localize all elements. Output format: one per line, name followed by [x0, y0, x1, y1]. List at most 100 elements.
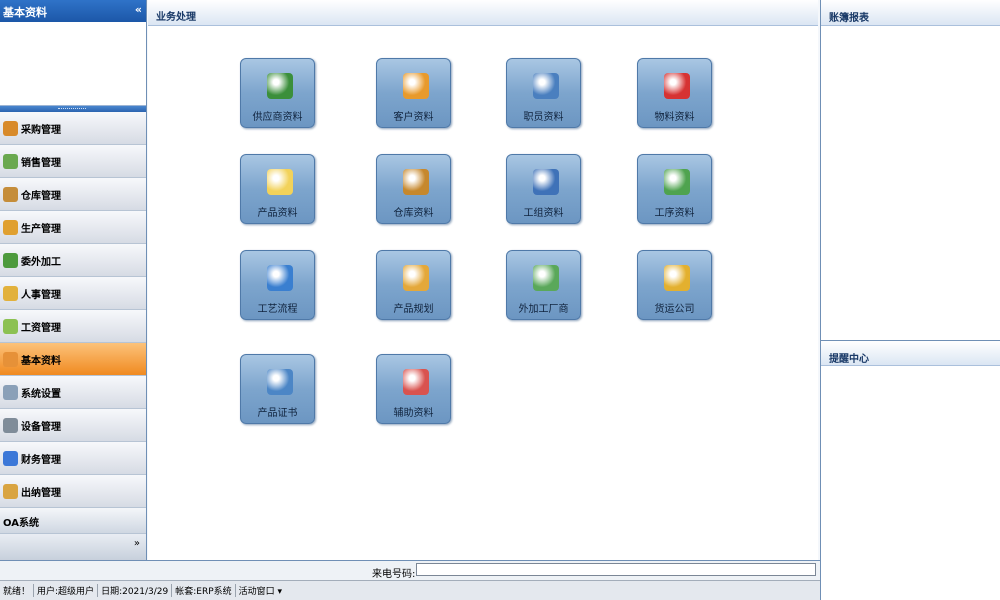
tile-label: 货运公司 [654, 304, 695, 315]
reports-title: 账簿报表 [829, 13, 869, 24]
sidebar-item-label: 基本资料 [21, 355, 61, 367]
caller-id-bar: 来电号码: [148, 560, 820, 580]
status-ready: 就绪！ [0, 584, 35, 597]
module-icon [3, 417, 18, 433]
employee-card-icon [533, 73, 559, 99]
module-tile[interactable]: 客户资料 [376, 58, 451, 128]
right-panel: 账簿报表 提醒中心 [820, 0, 1000, 600]
tile-label: 仓库资料 [393, 208, 434, 219]
module-tile[interactable]: 产品规划 [376, 250, 451, 320]
reminders-header: 提醒中心 [821, 340, 1000, 366]
sidebar-item[interactable]: 仓库管理 [0, 178, 146, 211]
tile-label: 工序资料 [654, 208, 695, 219]
module-icon [3, 252, 18, 268]
sidebar-item[interactable]: 人事管理 [0, 277, 146, 310]
reports-header: 账簿报表 [821, 0, 1000, 26]
sidebar-item[interactable]: 销售管理 [0, 145, 146, 178]
users-icon [403, 73, 429, 99]
sidebar-item-label: 工资管理 [21, 322, 61, 334]
sidebar-item-label: 生产管理 [21, 223, 61, 235]
module-icon [3, 186, 18, 202]
module-tile[interactable]: 工组资料 [506, 154, 581, 224]
globe-doc-icon [533, 169, 559, 195]
tile-label: 辅助资料 [393, 408, 434, 419]
pie-icon [664, 73, 690, 99]
panel-header: 业务处理 [148, 0, 818, 26]
module-icon [3, 153, 18, 169]
module-tile[interactable]: 工艺流程 [240, 250, 315, 320]
module-tile[interactable]: 供应商资料 [240, 58, 315, 128]
expand-icon[interactable]: » [134, 538, 140, 549]
certificate-icon [267, 369, 293, 395]
module-tile[interactable]: 仓库资料 [376, 154, 451, 224]
tile-label: 产品规划 [393, 304, 434, 315]
sidebar-item[interactable]: 财务管理 [0, 442, 146, 475]
tile-label: 产品证书 [257, 408, 298, 419]
truck-icon [664, 265, 690, 291]
collapse-icon[interactable]: « [135, 3, 142, 16]
sidebar-item-label: 采购管理 [21, 124, 61, 136]
sidebar-item[interactable]: 生产管理 [0, 211, 146, 244]
module-tile[interactable]: 职员资料 [506, 58, 581, 128]
left-bottom-bar [0, 560, 148, 580]
status-bar: 就绪！ 用户:超级用户 日期:2021/3/29 帐套:ERP系统 活动窗口 ▾ [0, 580, 820, 600]
sidebar-item-label: 仓库管理 [21, 190, 61, 202]
sidebar-item-oa[interactable]: OA系统 [0, 508, 146, 534]
module-icon [3, 285, 18, 301]
caller-id-label: 来电号码: [372, 569, 416, 580]
tile-label: 物料资料 [654, 112, 695, 123]
flowchart-icon [267, 265, 293, 291]
pie-doc-icon [403, 369, 429, 395]
sidebar-item-label: 设备管理 [21, 421, 61, 433]
sidebar-item-label: 委外加工 [21, 256, 61, 268]
module-icon [3, 219, 18, 235]
tile-label: 客户资料 [393, 112, 434, 123]
tile-label: 工组资料 [523, 208, 564, 219]
module-icon [3, 483, 18, 499]
sidebar-item-label: OA系统 [3, 518, 39, 529]
sidebar-item-label: 系统设置 [21, 388, 61, 400]
tile-label: 供应商资料 [252, 112, 303, 123]
erp-main-window: 基本资料 « 采购管理销售管理仓库管理生产管理委外加工人事管理工资管理基本资料系… [0, 0, 1000, 600]
reminders-title: 提醒中心 [829, 354, 869, 365]
sidebar-item[interactable]: 出纳管理 [0, 475, 146, 508]
sidebar-header: 基本资料 « [0, 0, 146, 22]
tile-label: 产品资料 [257, 208, 298, 219]
module-icon [3, 450, 18, 466]
sidebar-item[interactable]: 采购管理 [0, 112, 146, 145]
sidebar-item[interactable]: 系统设置 [0, 376, 146, 409]
sidebar: 基本资料 « 采购管理销售管理仓库管理生产管理委外加工人事管理工资管理基本资料系… [0, 0, 147, 560]
sidebar-item-label: 人事管理 [21, 289, 61, 301]
sidebar-item[interactable]: 基本资料 [0, 343, 146, 376]
module-tile[interactable]: 工序资料 [637, 154, 712, 224]
panel-title: 业务处理 [156, 12, 196, 23]
module-tile[interactable]: 货运公司 [637, 250, 712, 320]
sidebar-item-label: 销售管理 [21, 157, 61, 169]
sidebar-item-label: 财务管理 [21, 454, 61, 466]
active-window-dropdown[interactable]: 活动窗口 ▾ [236, 584, 285, 597]
module-tile[interactable]: 产品资料 [240, 154, 315, 224]
sidebar-item[interactable]: 工资管理 [0, 310, 146, 343]
module-tile[interactable]: 物料资料 [637, 58, 712, 128]
module-icon [3, 384, 18, 400]
house-icon [533, 265, 559, 291]
module-tile[interactable]: 辅助资料 [376, 354, 451, 424]
module-icon [3, 318, 18, 334]
tile-label: 职员资料 [523, 112, 564, 123]
tile-label: 工艺流程 [257, 304, 298, 315]
document-icon [267, 169, 293, 195]
module-tile[interactable]: 产品证书 [240, 354, 315, 424]
module-icon [3, 120, 18, 136]
sidebar-item[interactable]: 设备管理 [0, 409, 146, 442]
sidebar-tree-area [0, 22, 146, 106]
status-account: 帐套:ERP系统 [172, 584, 236, 597]
id-card-icon [267, 73, 293, 99]
sidebar-nav-list: 采购管理销售管理仓库管理生产管理委外加工人事管理工资管理基本资料系统设置设备管理… [0, 112, 146, 508]
module-tile[interactable]: 外加工厂商 [506, 250, 581, 320]
module-icon [3, 351, 18, 367]
business-panel: 业务处理 供应商资料 客户资料 职员资料 物料资料产品资料 仓库资料 工组资料 工序资料工艺… [148, 0, 818, 560]
boxes-icon [403, 169, 429, 195]
sidebar-splitter[interactable] [0, 106, 146, 112]
caller-id-field[interactable] [416, 563, 816, 576]
sidebar-item[interactable]: 委外加工 [0, 244, 146, 277]
